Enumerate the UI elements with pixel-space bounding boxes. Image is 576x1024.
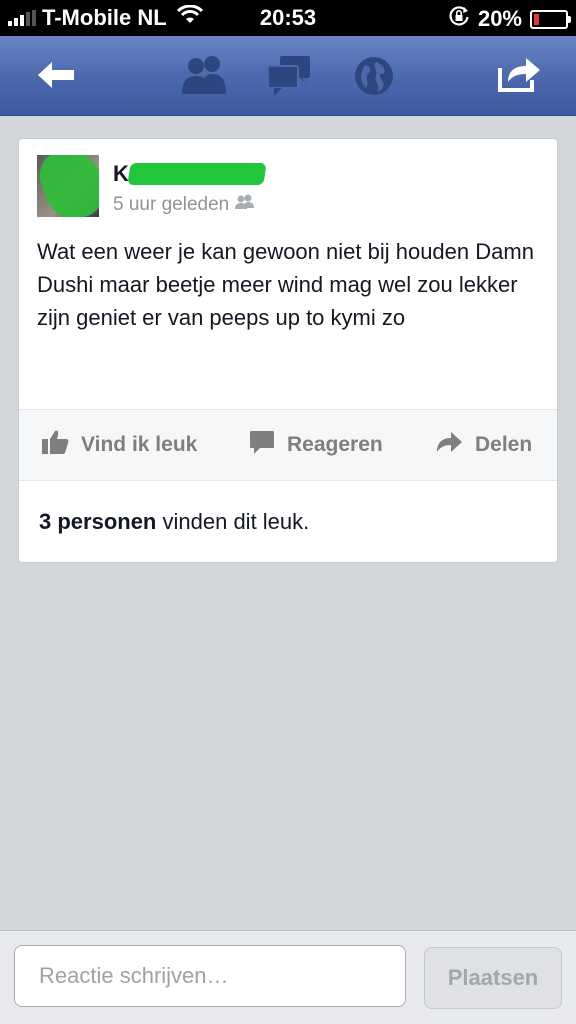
share-icon[interactable]: [496, 54, 542, 99]
share-button[interactable]: Delen: [435, 410, 532, 480]
timestamp-text: 5 uur geleden: [113, 194, 230, 215]
author-avatar[interactable]: [37, 155, 99, 217]
author-name-redaction: [127, 163, 267, 185]
comment-label: Reageren: [287, 433, 383, 456]
like-summary[interactable]: 3 personen vinden dit leuk.: [39, 509, 309, 535]
friends-audience-icon: [235, 194, 255, 216]
post-message: Wat een weer je kan gewoon niet bij houd…: [37, 239, 534, 330]
battery-icon: [530, 9, 571, 29]
notifications-globe-icon[interactable]: [352, 54, 396, 103]
post-timestamp[interactable]: 5 uur geleden: [113, 194, 255, 216]
post-comment-button[interactable]: Plaatsen: [424, 947, 562, 1009]
thumbs-up-icon: [41, 429, 69, 461]
like-summary-suffix: vinden dit leuk.: [162, 509, 310, 534]
friend-requests-icon[interactable]: [180, 54, 228, 103]
post-card: K 5 uur geleden Wat een weer je kan gewo…: [18, 138, 558, 563]
author-name[interactable]: K: [113, 161, 267, 187]
top-navigation-bar: [0, 36, 576, 116]
like-count: 3 personen: [39, 509, 157, 534]
comment-input[interactable]: [14, 945, 406, 1007]
like-label: Vind ik leuk: [81, 433, 198, 456]
share-arrow-icon: [435, 430, 463, 460]
share-label: Delen: [475, 433, 533, 456]
comment-composer: Plaatsen: [0, 930, 576, 1024]
rotation-lock-icon: [448, 5, 470, 33]
status-bar: T-Mobile NL 20:53 20%: [0, 0, 576, 36]
like-button[interactable]: Vind ik leuk: [41, 410, 197, 480]
author-name-initial: K: [113, 161, 129, 186]
comment-button[interactable]: Reageren: [249, 410, 383, 480]
battery-percent: 20%: [477, 6, 522, 31]
back-arrow-icon[interactable]: [36, 60, 76, 95]
comment-bubble-icon: [249, 429, 275, 461]
messages-icon[interactable]: [266, 54, 312, 103]
post-action-bar: Vind ik leuk Reageren Delen: [19, 409, 557, 481]
